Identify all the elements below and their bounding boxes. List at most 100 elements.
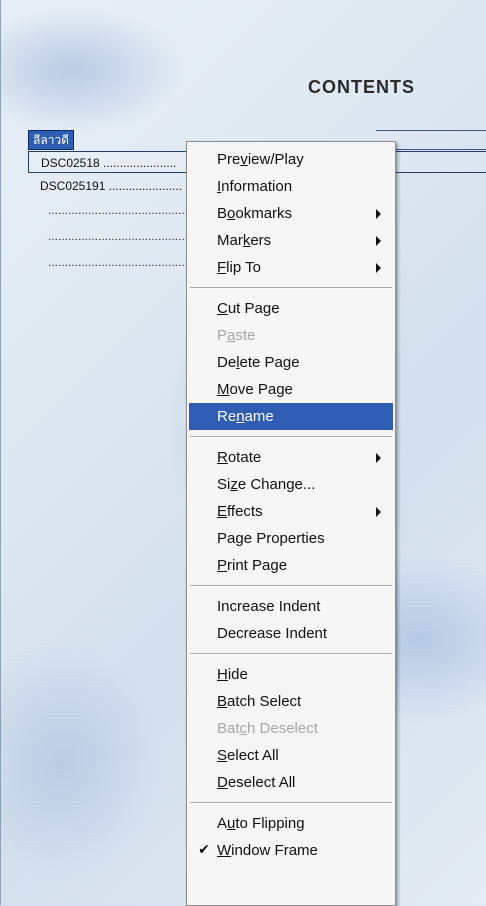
menu-item-label: Move Page: [217, 381, 293, 398]
menu-item-label: Markers: [217, 232, 271, 249]
menu-item-print-page[interactable]: Print Page: [187, 552, 395, 579]
menu-item-label: Effects: [217, 503, 263, 520]
submenu-arrow-icon: [376, 453, 381, 463]
menu-label-part: e Properties: [243, 530, 325, 547]
menu-item-deselect-all[interactable]: Deselect All: [187, 769, 395, 796]
menu-label-part: iew/Play: [247, 151, 304, 168]
submenu-arrow-icon: [376, 263, 381, 273]
tree-item-label: DSC025191 ......................: [40, 179, 183, 193]
menu-item-label: Hide: [217, 666, 248, 683]
menu-item-label: Window Frame: [217, 842, 318, 859]
menu-item-information[interactable]: Information: [187, 173, 395, 200]
menu-label-part: ame: [244, 408, 274, 425]
menu-label-part: Pa: [217, 530, 236, 547]
menu-label-part: Bat: [217, 720, 240, 737]
menu-label-part: ete Page: [239, 354, 300, 371]
menu-item-label: Auto Flipping: [217, 815, 305, 832]
menu-label-part: Pre: [217, 151, 241, 168]
menu-item-move-page[interactable]: Move Page: [187, 376, 395, 403]
menu-item-label: Cut Page: [217, 300, 280, 317]
checkmark-icon: ✔: [198, 842, 210, 858]
menu-item-hide[interactable]: Hide: [187, 661, 395, 688]
tree-item-label: DSC02518 ......................: [41, 156, 177, 170]
menu-label-part: indow Frame: [231, 842, 318, 859]
menu-label-part: atch Select: [227, 693, 302, 710]
menu-separator: [190, 653, 392, 655]
menu-item-decrease-indent[interactable]: Decrease Indent: [187, 620, 395, 647]
menu-item-label: Decrease Indent: [217, 625, 327, 642]
menu-access-key: n: [236, 408, 245, 425]
menu-access-key: C: [217, 300, 228, 317]
menu-access-key: c: [239, 720, 248, 737]
menu-item-rotate[interactable]: Rotate: [187, 444, 395, 471]
menu-label-part: e Change...: [237, 476, 316, 493]
menu-item-paste[interactable]: Paste: [187, 322, 395, 349]
menu-item-rename[interactable]: Rename: [189, 403, 393, 430]
tree-item-dsc025191[interactable]: DSC025191 ......................: [28, 176, 182, 196]
menu-item-bookmarks[interactable]: Bookmarks: [187, 200, 395, 227]
menu-access-key: H: [217, 666, 228, 683]
menu-access-key: F: [217, 259, 227, 276]
menu-label-part: A: [217, 815, 228, 832]
menu-access-key: E: [217, 503, 228, 520]
tree-title-label[interactable]: ลีลาวดี: [28, 130, 74, 150]
menu-item-label: Print Page: [217, 557, 287, 574]
menu-label-part: ut Page: [227, 300, 280, 317]
menu-separator: [190, 436, 392, 438]
menu-label-part: otate: [227, 449, 262, 466]
menu-item-cut-page[interactable]: Cut Page: [187, 295, 395, 322]
menu-label-part: ste: [235, 327, 256, 344]
menu-item-label: Information: [217, 178, 292, 195]
menu-access-key: R: [217, 449, 228, 466]
menu-label-part: eselect All: [227, 774, 296, 791]
menu-item-effects[interactable]: Effects: [187, 498, 395, 525]
menu-label-part: ers: [250, 232, 272, 249]
menu-label-part: B: [217, 205, 228, 222]
menu-access-key: v: [240, 151, 248, 168]
menu-label-part: h Deselect: [247, 720, 318, 737]
menu-item-label: Batch Select: [217, 693, 301, 710]
menu-label-part: ffects: [227, 503, 263, 520]
menu-item-increase-indent[interactable]: Increase Indent: [187, 593, 395, 620]
menu-item-label: Delete Page: [217, 354, 300, 371]
menu-access-key: S: [217, 747, 228, 764]
menu-item-label: Batch Deselect: [217, 720, 318, 737]
menu-label-part: okmarks: [235, 205, 293, 222]
menu-access-key: B: [217, 693, 228, 710]
menu-label-part: P: [217, 327, 228, 344]
menu-item-batch-deselect[interactable]: Batch Deselect: [187, 715, 395, 742]
menu-item-label: Rotate: [217, 449, 261, 466]
menu-label-part: Si: [217, 476, 231, 493]
menu-access-key: g: [235, 530, 244, 547]
menu-item-window-frame[interactable]: ✔ Window Frame: [187, 837, 395, 864]
menu-item-flip-to[interactable]: Flip To: [187, 254, 395, 281]
menu-item-size-change[interactable]: Size Change...: [187, 471, 395, 498]
menu-item-label: Page Properties: [217, 530, 325, 547]
menu-label-part: nformation: [221, 178, 293, 195]
menu-item-markers[interactable]: Markers: [187, 227, 395, 254]
menu-item-label: Increase Indent: [217, 598, 320, 615]
menu-label-part: Decrease Indent: [217, 625, 328, 642]
menu-label-part: De: [217, 354, 237, 371]
menu-label-part: ide: [227, 666, 248, 683]
submenu-arrow-icon: [376, 236, 381, 246]
menu-item-delete-page[interactable]: Delete Page: [187, 349, 395, 376]
menu-label-part: to Flipping: [235, 815, 305, 832]
menu-label-part: elect All: [227, 747, 279, 764]
menu-item-batch-select[interactable]: Batch Select: [187, 688, 395, 715]
menu-item-label: Preview/Play: [217, 151, 304, 168]
menu-separator: [190, 287, 392, 289]
menu-access-key: M: [217, 381, 230, 398]
menu-separator: [190, 802, 392, 804]
menu-label-part: ove Page: [229, 381, 293, 398]
menu-item-label: Bookmarks: [217, 205, 292, 222]
menu-item-auto-flipping[interactable]: Auto Flipping: [187, 810, 395, 837]
menu-label-part: lip To: [226, 259, 261, 276]
menu-item-label: Rename: [217, 408, 274, 425]
menu-item-label: Select All: [217, 747, 279, 764]
menu-item-page-properties[interactable]: Page Properties: [187, 525, 395, 552]
menu-label-part: Increase Indent: [217, 598, 321, 615]
menu-item-label: Paste: [217, 327, 255, 344]
menu-item-preview-play[interactable]: Preview/Play: [187, 146, 395, 173]
menu-item-select-all[interactable]: Select All: [187, 742, 395, 769]
